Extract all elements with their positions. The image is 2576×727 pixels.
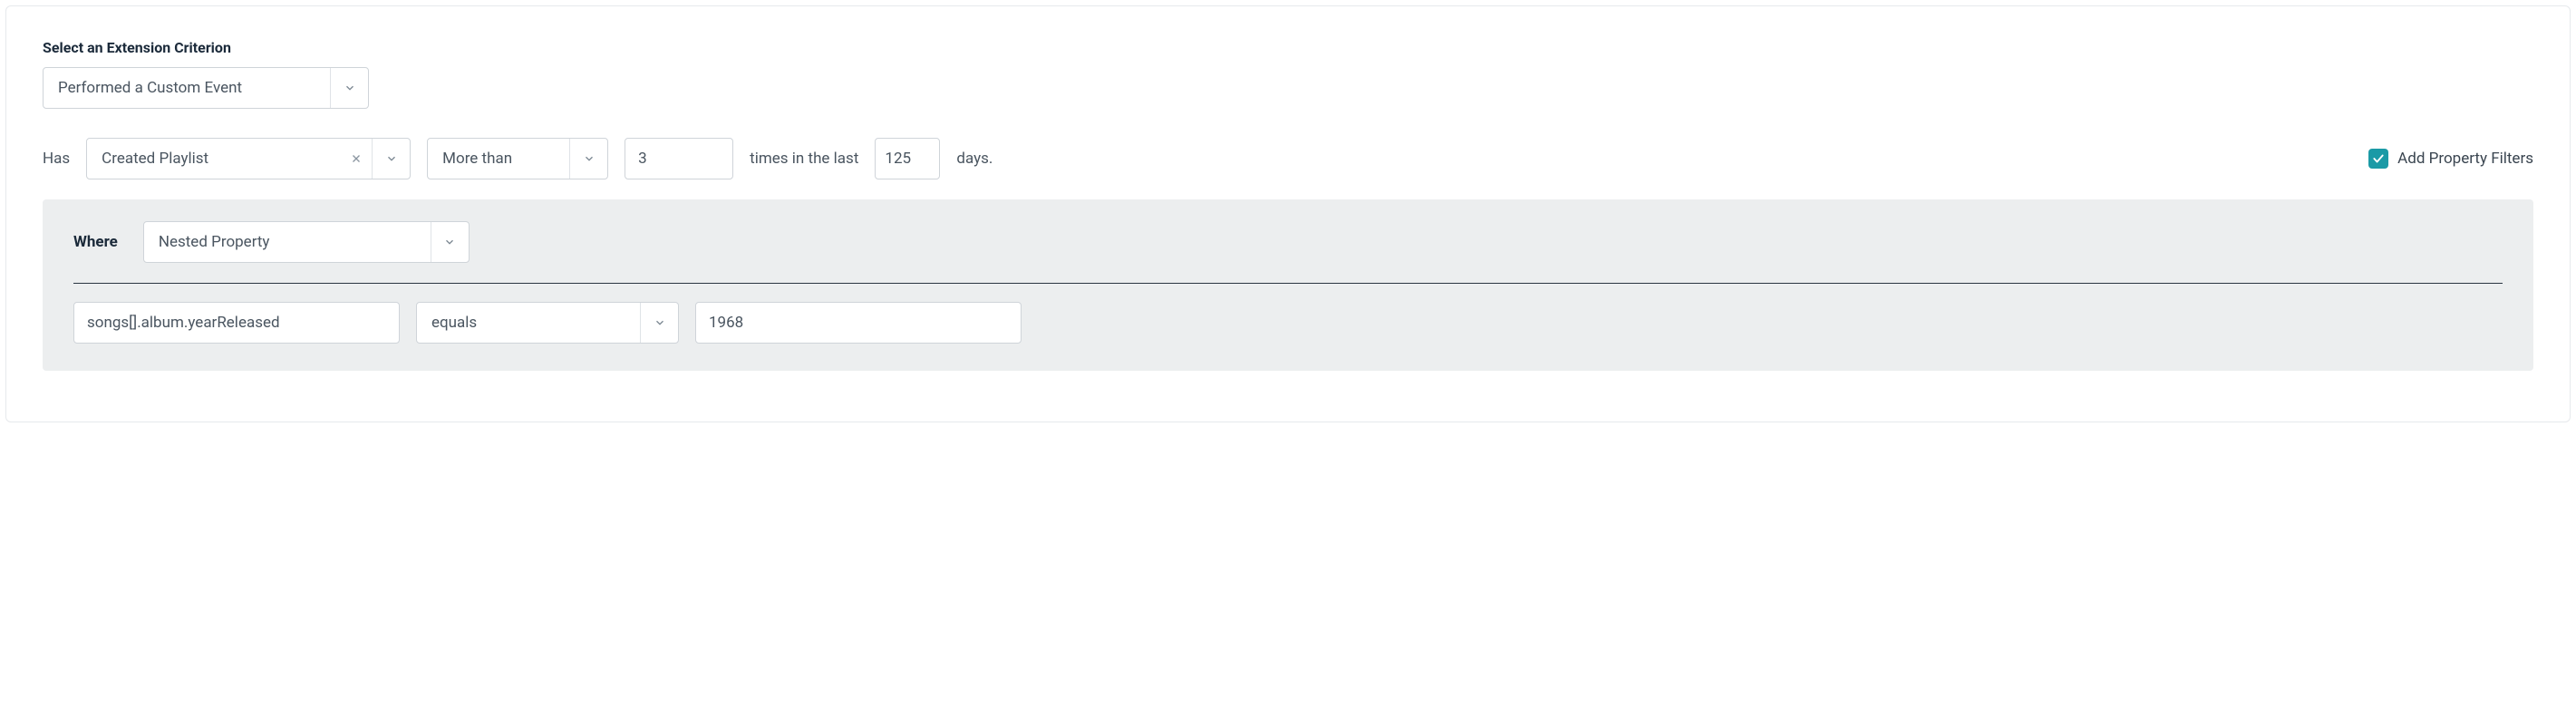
chevron-down-icon: [330, 68, 368, 108]
has-suffix: days.: [956, 150, 993, 168]
comparator-select[interactable]: More than: [427, 138, 608, 179]
days-input[interactable]: [875, 138, 940, 179]
criterion-label: Select an Extension Criterion: [43, 39, 2533, 56]
event-select-value: Created Playlist: [87, 139, 341, 179]
add-property-filters-label: Add Property Filters: [2397, 150, 2533, 168]
where-type-value: Nested Property: [144, 222, 431, 262]
divider: [73, 283, 2503, 284]
where-label: Where: [73, 233, 118, 251]
chevron-down-icon: [640, 303, 678, 343]
close-icon[interactable]: [341, 139, 372, 179]
chevron-down-icon: [431, 222, 469, 262]
criterion-select[interactable]: Performed a Custom Event: [43, 67, 369, 109]
chevron-down-icon: [372, 139, 410, 179]
property-filters-box: Where Nested Property equals: [43, 199, 2533, 371]
has-middle-text: times in the last: [750, 150, 858, 168]
add-property-filters-toggle[interactable]: Add Property Filters: [2368, 149, 2533, 169]
checkbox-checked-icon: [2368, 149, 2388, 169]
count-input[interactable]: [625, 138, 733, 179]
event-select[interactable]: Created Playlist: [86, 138, 411, 179]
has-row: Has Created Playlist More than times in …: [43, 138, 2533, 179]
criterion-panel: Select an Extension Criterion Performed …: [5, 5, 2571, 422]
property-condition-row: equals: [73, 302, 2503, 344]
operator-select-value: equals: [417, 303, 640, 343]
where-type-select[interactable]: Nested Property: [143, 221, 470, 263]
chevron-down-icon: [569, 139, 607, 179]
operator-select[interactable]: equals: [416, 302, 679, 344]
criterion-select-value: Performed a Custom Event: [44, 68, 330, 108]
has-prefix: Has: [43, 150, 70, 168]
property-value-input[interactable]: [695, 302, 1022, 344]
property-path-input[interactable]: [73, 302, 400, 344]
comparator-select-value: More than: [428, 139, 569, 179]
where-row: Where Nested Property: [73, 221, 2503, 263]
